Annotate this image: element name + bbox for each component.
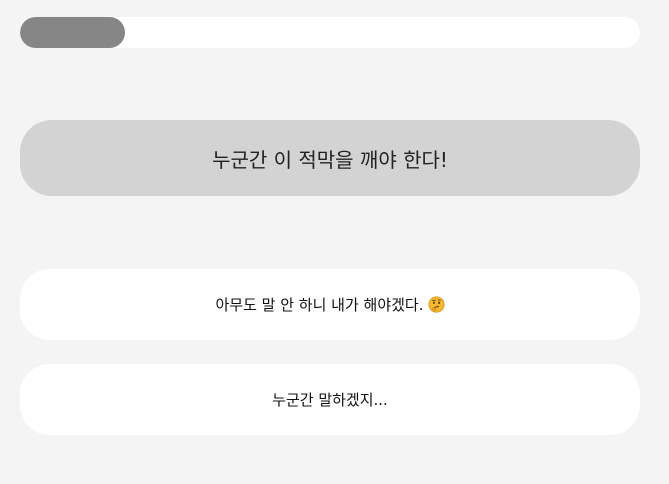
answer-option-1[interactable]: 아무도 말 안 하니 내가 해야겠다. xyxy=(20,269,640,340)
progress-bar-fill xyxy=(20,17,126,48)
answer-option-2-label: 누군간 말하겠지... xyxy=(272,391,388,409)
thinking-face-icon xyxy=(427,296,445,313)
quiz-screen: 누군간 이 적막을 깨야 한다! 아무도 말 안 하니 내가 해야겠다. 누군간… xyxy=(0,0,669,484)
progress-bar xyxy=(20,17,640,48)
answer-option-1-content: 아무도 말 안 하니 내가 해야겠다. xyxy=(215,294,445,315)
answer-option-1-label: 아무도 말 안 하니 내가 해야겠다. xyxy=(215,296,424,314)
question-text: 누군간 이 적막을 깨야 한다! xyxy=(212,147,448,172)
answer-option-2[interactable]: 누군간 말하겠지... xyxy=(20,364,640,435)
question-card: 누군간 이 적막을 깨야 한다! xyxy=(20,120,640,196)
